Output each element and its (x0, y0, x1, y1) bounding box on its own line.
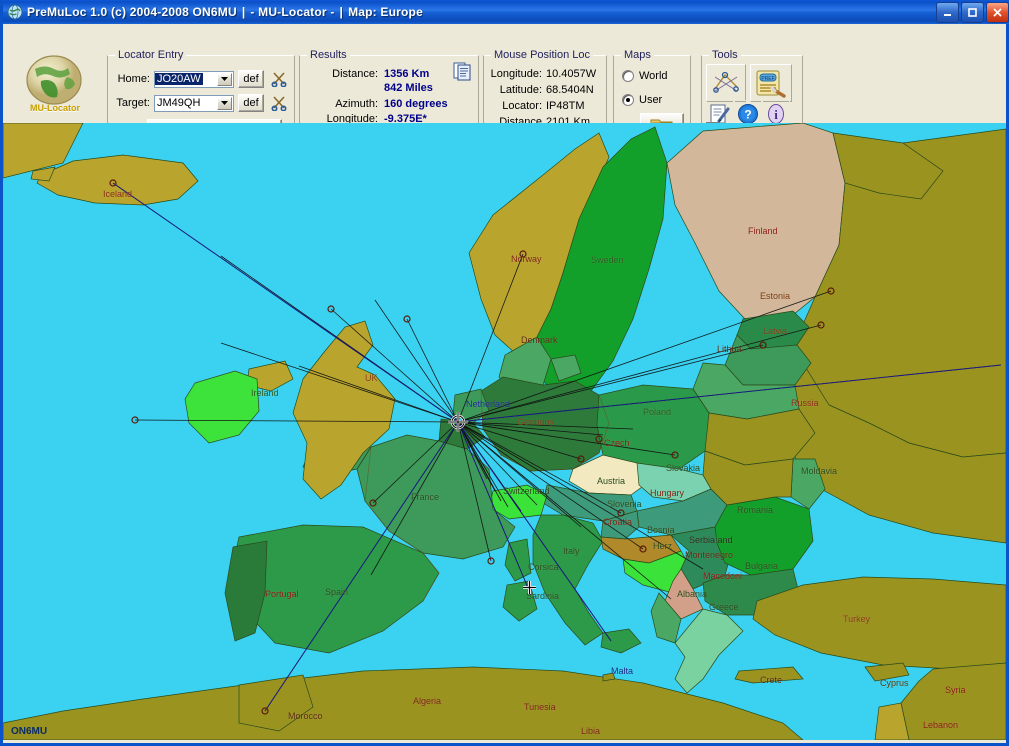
svg-text:PREF: PREF (761, 76, 774, 82)
chevron-down-icon[interactable] (217, 96, 232, 110)
mouse-position-group: Mouse Position Loc Longitude: 10.4057W L… (483, 49, 607, 123)
results-caption: Results (307, 49, 350, 61)
minimize-button[interactable] (936, 2, 959, 23)
mouse-label-longitude: Longitude: (490, 68, 542, 80)
info-icon[interactable]: i (762, 100, 790, 123)
title-separator-2: | (339, 5, 344, 19)
help-question-icon[interactable]: ? (734, 100, 762, 123)
maximize-button[interactable] (961, 2, 984, 23)
tools-group: Tools PREF ? i (701, 49, 803, 123)
target-locator-value: JM49QH (157, 97, 201, 109)
app-logo: MU-Locator (17, 55, 93, 121)
edit-pencil-icon[interactable] (706, 100, 734, 123)
copy-clipboard-icon[interactable] (453, 62, 472, 81)
result-value-distance-km: 1356 Km (384, 68, 430, 80)
results-group: Results Distance: 1356 Km 842 Miles Azim… (299, 49, 479, 123)
target-def-button[interactable]: def (238, 94, 264, 112)
mouse-value-latitude: 68.5404N (546, 84, 594, 96)
result-value-distance-miles: 842 Miles (384, 82, 433, 94)
logo-text: MU-Locator (30, 103, 80, 113)
mouse-label-distance: Distance (499, 116, 542, 123)
target-label: Target: (116, 97, 150, 109)
mouse-label-locator: Locator: (502, 100, 542, 112)
mouse-label-latitude: Latitude: (499, 84, 542, 96)
mouse-value-longitude: 10.4057W (546, 68, 597, 80)
result-value-azimuth: 160 degrees (384, 98, 448, 110)
open-map-button[interactable] (640, 113, 684, 123)
toolbar: MU-Locator Locator Entry Home: JO20AW de… (3, 24, 1006, 123)
network-tool-icon[interactable] (706, 64, 746, 102)
maps-radio-user-label: User (639, 94, 663, 106)
window-controls (936, 2, 1009, 23)
maps-radio-world-label: World (639, 70, 668, 82)
home-locator-value: JO20AW (155, 73, 203, 85)
target-scissors-icon[interactable] (268, 93, 290, 113)
home-scissors-icon[interactable] (268, 69, 290, 89)
title-bar: PreMuLoc 1.0 (c) 2004-2008 ON6MU | - MU-… (3, 0, 1009, 24)
radio-dot-world[interactable] (622, 70, 634, 82)
home-locator-combo[interactable]: JO20AW (154, 70, 234, 88)
window-title-map: Map: Europe (348, 5, 423, 19)
home-label: Home: (117, 73, 150, 85)
app-globe-icon (7, 4, 23, 20)
window-title-app: PreMuLoc 1.0 (c) 2004-2008 ON6MU (27, 5, 237, 19)
open-folder-icon (650, 119, 673, 123)
result-label-distance: Distance: (332, 68, 378, 80)
status-callsign: ON6MU (11, 726, 48, 737)
target-locator-combo[interactable]: JM49QH (154, 94, 234, 112)
close-button[interactable] (986, 2, 1009, 23)
application-window: PreMuLoc 1.0 (c) 2004-2008 ON6MU | - MU-… (0, 0, 1009, 746)
mouse-position-caption: Mouse Position Loc (491, 49, 593, 61)
maps-group: Maps World User (613, 49, 691, 123)
europe-map-svg[interactable] (3, 123, 1006, 740)
result-label-longitude: Longitude: (326, 113, 378, 123)
result-label-azimuth: Azimuth: (335, 98, 378, 110)
maps-radio-user[interactable]: User (622, 94, 662, 106)
result-value-longitude: -9.375E* (384, 113, 427, 123)
window-title-subtitle: - MU-Locator - (250, 5, 335, 19)
chevron-down-icon[interactable] (217, 72, 232, 86)
svg-text:?: ? (744, 108, 751, 122)
maps-caption: Maps (621, 49, 654, 61)
map-canvas[interactable]: Iceland Norway Sweden Finland Denmark Estonia… (3, 123, 1006, 740)
radio-dot-user[interactable] (622, 94, 634, 106)
svg-text:i: i (774, 107, 778, 122)
maps-radio-world[interactable]: World (622, 70, 668, 82)
locator-entry-group: Locator Entry Home: JO20AW def Target: J… (107, 49, 295, 123)
preferences-icon[interactable]: PREF (750, 64, 792, 102)
mouse-value-distance-km: 2101 Km (546, 116, 591, 123)
globe-logo-icon (23, 55, 85, 107)
tools-caption: Tools (709, 49, 741, 61)
title-separator-1: | (241, 5, 246, 19)
home-def-button[interactable]: def (238, 70, 264, 88)
mouse-value-locator: IP48TM (546, 100, 585, 112)
locator-entry-caption: Locator Entry (115, 49, 187, 61)
